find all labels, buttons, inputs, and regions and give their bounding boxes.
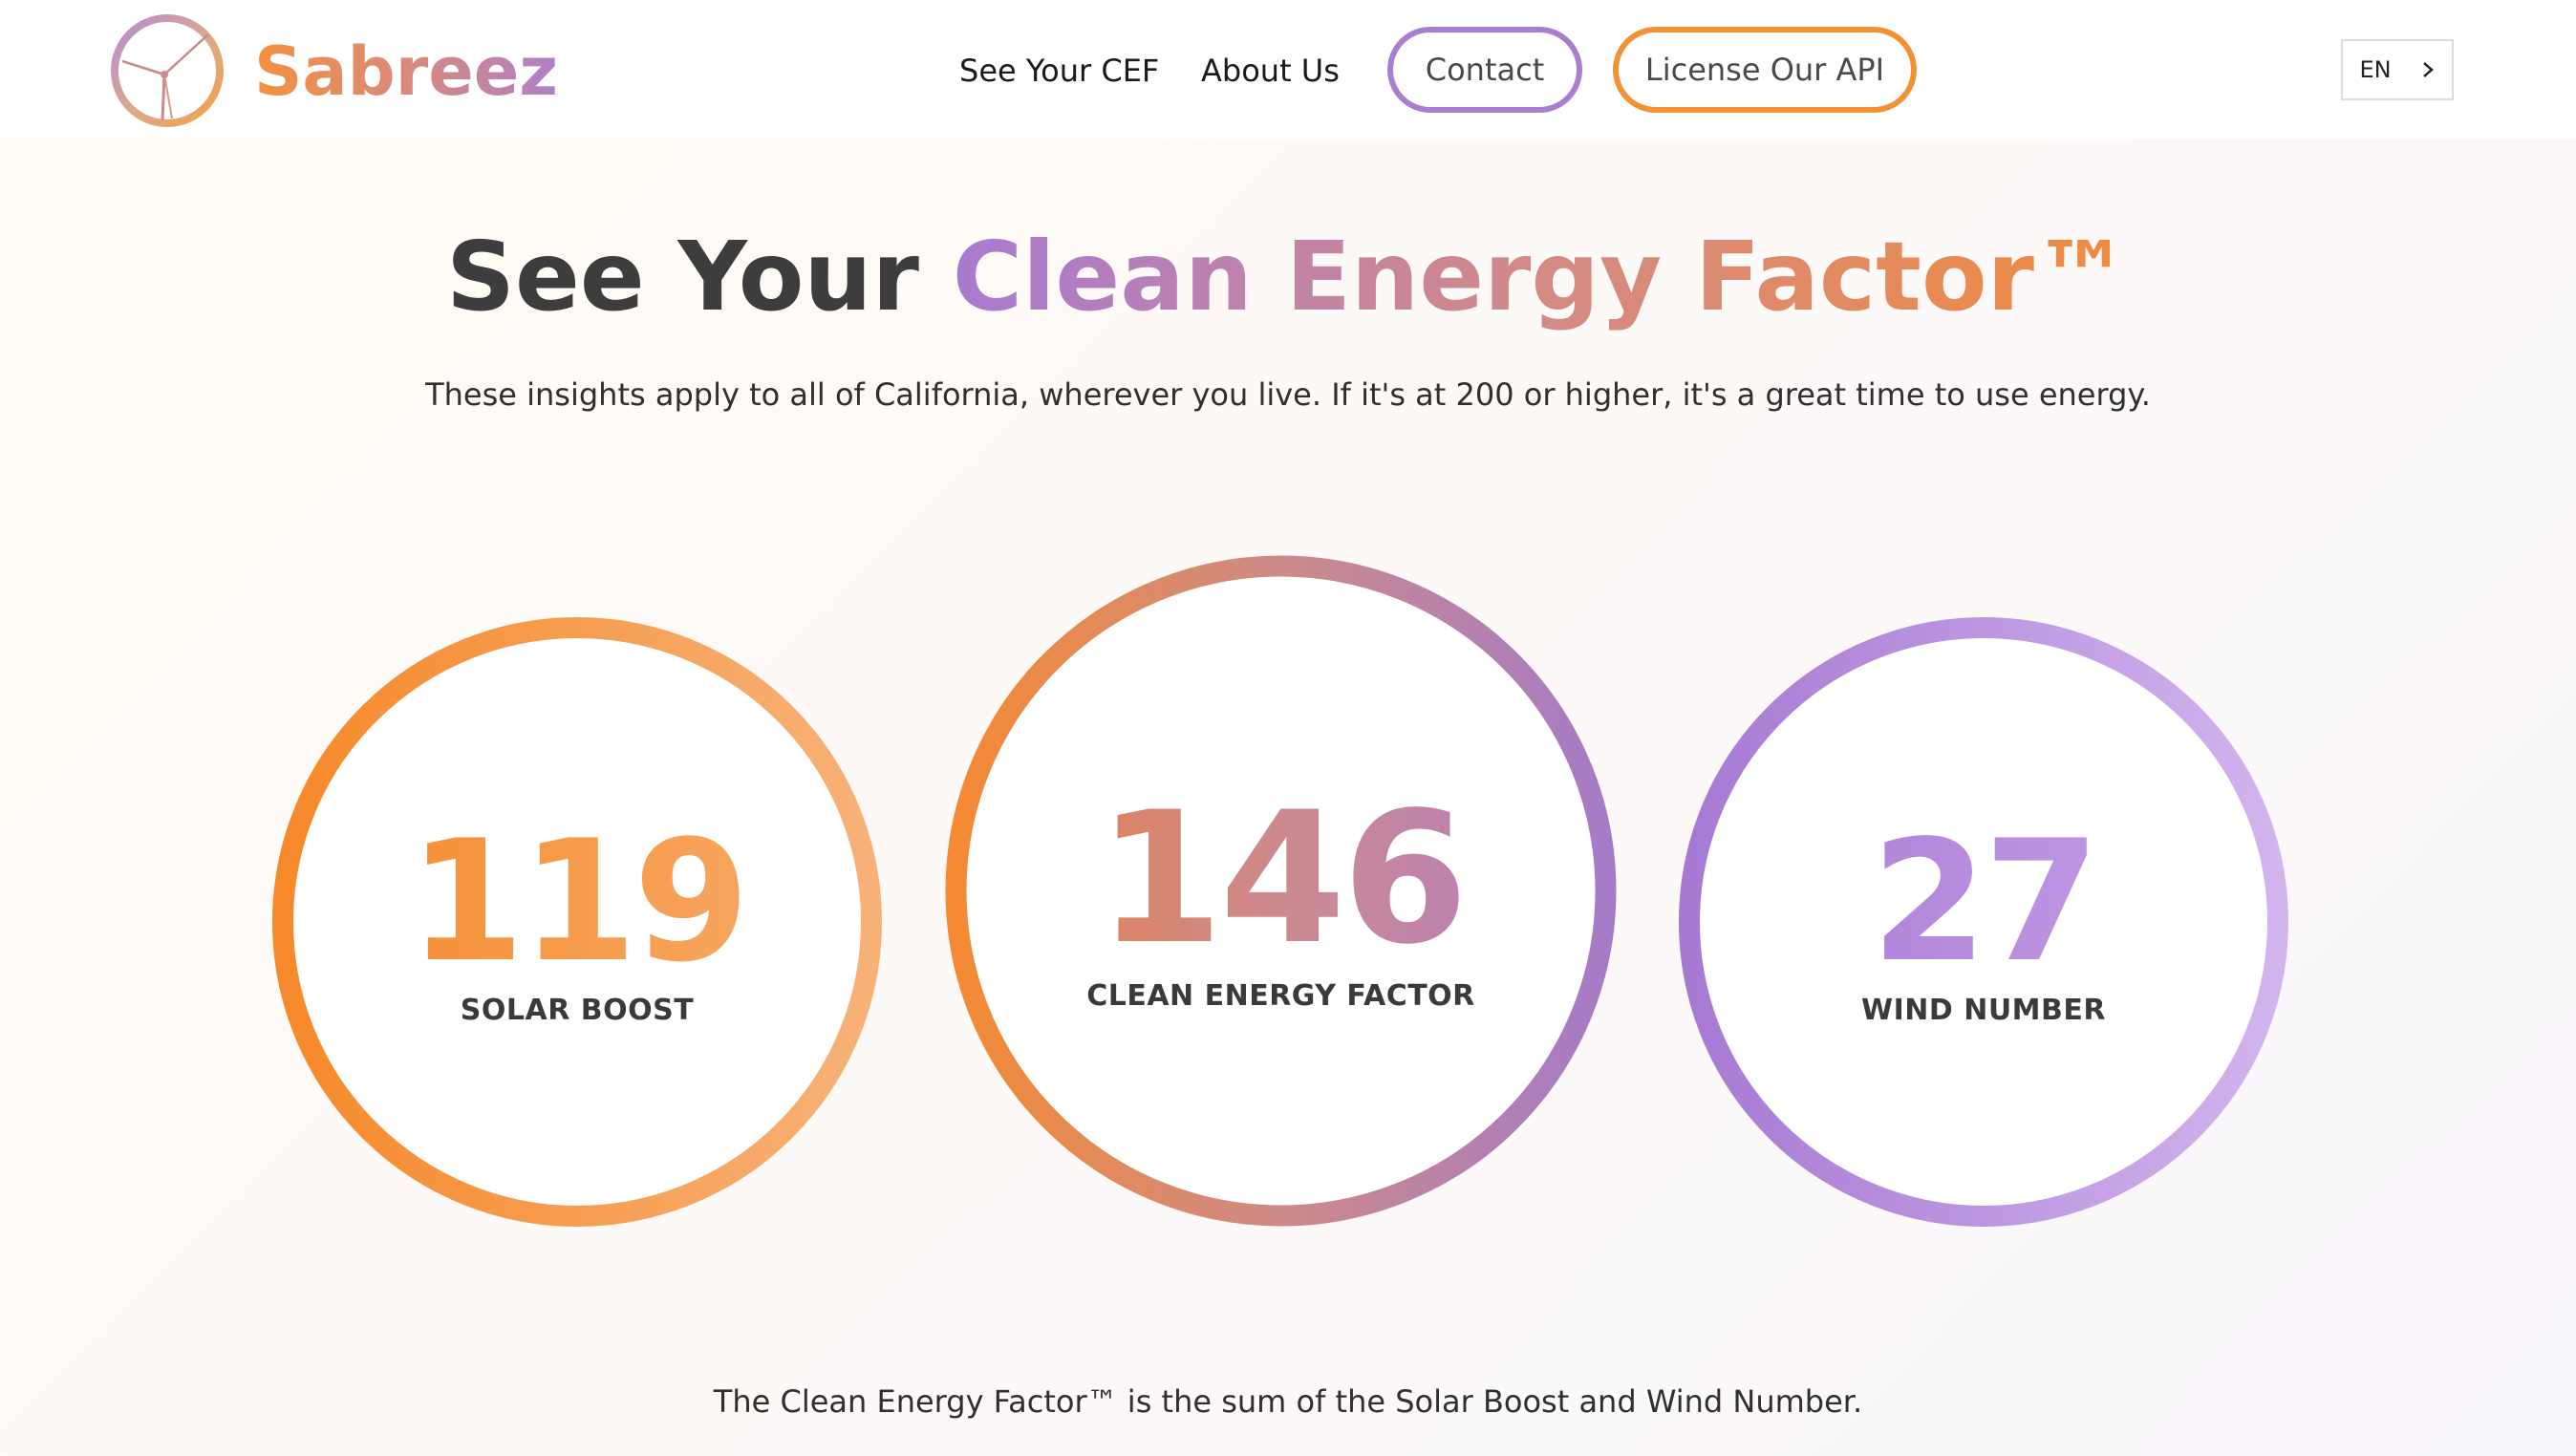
- brand-name[interactable]: Sabreez: [254, 29, 558, 115]
- clean-energy-factor-card: 146 CLEAN ENERGY FACTOR: [944, 554, 1618, 1228]
- language-selected: EN: [2359, 56, 2392, 83]
- clean-energy-factor-label: CLEAN ENERGY FACTOR: [1086, 979, 1475, 1013]
- license-api-button[interactable]: License Our API: [1613, 27, 1917, 113]
- solar-boost-card: 119 SOLAR BOOST: [271, 616, 883, 1228]
- wind-number-label: WIND NUMBER: [1861, 994, 2106, 1027]
- clean-energy-factor-value: 146: [944, 783, 1618, 974]
- cef-explanation-footnote: The Clean Energy Factor™ is the sum of t…: [713, 1383, 1863, 1420]
- chevron-right-icon: [2422, 62, 2434, 77]
- nav-see-your-cef[interactable]: See Your CEF: [959, 46, 1159, 96]
- wind-number-value: 27: [1678, 817, 2289, 989]
- solar-boost-value: 119: [271, 817, 883, 989]
- wind-number-card: 27 WIND NUMBER: [1678, 616, 2289, 1228]
- page-subtitle: These insights apply to all of Californi…: [425, 376, 2151, 413]
- page-title: See Your Clean Energy Factor™: [0, 215, 2576, 339]
- nav-about-us[interactable]: About Us: [1201, 46, 1340, 96]
- page-title-plain: See Your: [446, 221, 953, 332]
- license-api-button-label: License Our API: [1644, 52, 1885, 88]
- contact-button[interactable]: Contact: [1387, 27, 1582, 113]
- language-selector[interactable]: EN: [2341, 39, 2454, 100]
- site-header: Sabreez See Your CEF About Us Contact Li…: [0, 0, 2576, 139]
- solar-boost-label: SOLAR BOOST: [460, 994, 695, 1027]
- page-title-highlight: Clean Energy Factor™: [952, 221, 2130, 332]
- wind-turbine-logo-icon[interactable]: [105, 13, 229, 128]
- contact-button-label: Contact: [1425, 52, 1545, 88]
